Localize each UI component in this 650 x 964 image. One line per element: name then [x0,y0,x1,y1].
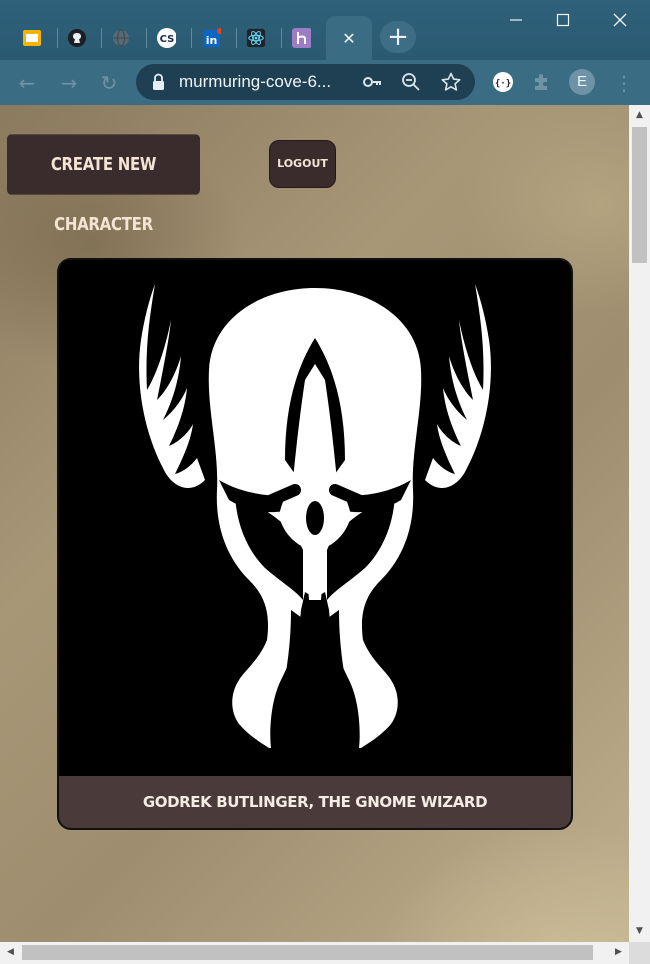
menu-icon[interactable]: ⋮ [614,70,634,96]
slides-icon [22,28,42,48]
linkedin-icon: in [201,28,221,48]
svg-text:CS: CS [160,34,175,45]
vertical-scroll-thumb[interactable] [632,127,647,263]
lock-icon[interactable] [150,72,170,92]
maximize-icon[interactable] [543,4,583,36]
url-text[interactable]: murmuring-cove-6... [179,64,331,100]
tab-github[interactable] [55,20,99,56]
svg-text:in: in [206,34,218,47]
github-icon [67,28,87,48]
tab-react[interactable] [234,20,278,56]
heroku-icon [291,28,311,48]
horizontal-scrollbar[interactable]: ◀ ▶ [0,942,629,964]
puzzle-icon[interactable] [531,71,553,93]
character-name[interactable]: Godrek Butlinger, The Gnome Wizard [59,776,571,828]
globe-icon [111,28,131,48]
character-card[interactable]: Godrek Butlinger, The Gnome Wizard [57,258,573,830]
page-viewport: Create New Character Logout [0,105,629,942]
vertical-scrollbar[interactable]: ▲ ▼ [629,105,650,942]
forward-arrow-icon[interactable]: → [56,70,82,96]
zoom-out-icon[interactable] [401,72,421,92]
window-close-icon[interactable] [600,4,640,36]
create-character-button[interactable]: Create New Character [7,134,200,235]
minimize-icon[interactable] [496,4,536,36]
extension-devtools-icon[interactable]: {·} [492,71,514,93]
key-icon[interactable] [362,72,382,92]
winged-helmet-icon [139,284,491,748]
tab-linkedin[interactable]: in [189,20,233,56]
cs-icon: CS [156,28,176,48]
back-arrow-icon[interactable]: ← [14,70,40,96]
address-bar[interactable]: murmuring-cove-6... [136,64,475,100]
scroll-down-icon[interactable]: ▼ [632,924,647,939]
reload-icon[interactable]: ↻ [96,70,122,96]
logout-button[interactable]: Logout [269,140,336,188]
svg-text:{·}: {·} [495,79,511,89]
scroll-right-icon[interactable]: ▶ [611,945,626,960]
new-tab-button[interactable]: + [380,21,416,53]
tab-heroku[interactable] [279,20,323,56]
tab-active[interactable]: ✕ [326,16,372,60]
tab-globe[interactable] [99,20,143,56]
star-icon[interactable] [441,72,461,92]
horizontal-scroll-thumb[interactable] [22,945,593,960]
scroll-left-icon[interactable]: ◀ [3,945,18,960]
profile-avatar[interactable]: E [569,69,595,95]
scrollbar-corner [629,942,650,964]
character-image [59,260,571,776]
close-icon[interactable]: ✕ [339,28,359,48]
browser-toolbar: ← → ↻ murmuring-cove-6... {·} E ⋮ [0,60,650,105]
tab-slides[interactable] [10,20,54,56]
tab-strip: CS in ✕ + [0,0,650,60]
react-icon [246,28,266,48]
tab-cs[interactable]: CS [144,20,188,56]
scroll-up-icon[interactable]: ▲ [632,108,647,123]
